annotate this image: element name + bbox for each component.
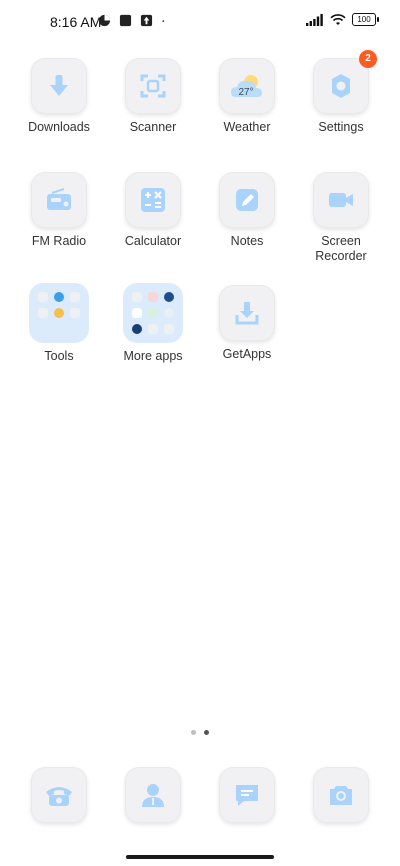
app-tile bbox=[219, 767, 275, 823]
app-label: Scanner bbox=[129, 120, 177, 134]
camera-icon bbox=[330, 786, 352, 805]
page-indicator bbox=[0, 730, 400, 735]
dock-phone[interactable] bbox=[13, 767, 105, 823]
app-tile bbox=[125, 767, 181, 823]
notification-icons bbox=[98, 14, 169, 27]
messages-icon bbox=[236, 785, 258, 806]
folder-tools[interactable]: Tools bbox=[13, 283, 105, 364]
mini-app-icon bbox=[37, 307, 48, 318]
app-tile bbox=[31, 58, 87, 114]
status-app-icon bbox=[98, 14, 111, 27]
app-tile bbox=[125, 172, 181, 228]
app-label: More apps bbox=[123, 349, 183, 363]
app-label: Downloads bbox=[28, 120, 90, 134]
gear-icon bbox=[332, 74, 350, 98]
mini-app-icon bbox=[147, 307, 158, 318]
battery-icon: 100 bbox=[352, 13, 379, 26]
app-fm-radio[interactable]: FM Radio bbox=[13, 172, 105, 249]
status-bar: 8:16 AM 100 bbox=[0, 0, 400, 44]
mini-app-icon bbox=[37, 291, 48, 302]
app-label-line1: Screen bbox=[321, 234, 361, 248]
weather-temperature: 27° bbox=[238, 87, 253, 98]
app-label: Weather bbox=[223, 120, 271, 134]
app-downloads[interactable]: Downloads bbox=[13, 58, 105, 135]
folder-preview bbox=[29, 283, 89, 343]
app-label: Screen Recorder bbox=[295, 234, 387, 264]
calculator-icon bbox=[141, 188, 165, 212]
folder-preview bbox=[123, 283, 183, 343]
app-tile bbox=[31, 767, 87, 823]
page-dot-active[interactable] bbox=[204, 730, 209, 735]
app-notes[interactable]: Notes bbox=[201, 172, 293, 249]
dock-camera[interactable] bbox=[295, 767, 387, 823]
notes-icon bbox=[236, 189, 258, 211]
app-label-line2: Recorder bbox=[315, 249, 367, 263]
mini-app-icon bbox=[164, 324, 175, 335]
mini-app-icon bbox=[70, 291, 81, 302]
app-tile bbox=[313, 172, 369, 228]
mini-app-icon bbox=[164, 291, 175, 302]
upload-icon bbox=[140, 14, 153, 27]
page-dot[interactable] bbox=[191, 730, 196, 735]
mini-app-icon bbox=[70, 307, 81, 318]
folder-more-apps[interactable]: More apps bbox=[107, 283, 199, 364]
mini-app-icon bbox=[131, 307, 142, 318]
app-weather[interactable]: 27° Weather bbox=[201, 58, 293, 135]
app-settings[interactable]: 2 Settings bbox=[295, 50, 387, 135]
app-tile bbox=[31, 172, 87, 228]
app-label: FM Radio bbox=[31, 234, 87, 248]
status-time: 8:16 AM bbox=[50, 14, 102, 30]
app-label: GetApps bbox=[222, 347, 272, 361]
app-tile: 27° bbox=[219, 58, 275, 114]
mini-app-icon bbox=[53, 307, 64, 318]
download-icon bbox=[50, 75, 68, 96]
dock-messages[interactable] bbox=[201, 767, 293, 823]
app-tile bbox=[313, 767, 369, 823]
mini-app-icon bbox=[164, 307, 175, 318]
app-tile bbox=[219, 285, 275, 341]
mini-app-icon bbox=[147, 324, 158, 335]
app-scanner[interactable]: Scanner bbox=[107, 58, 199, 135]
mini-app-icon bbox=[53, 291, 64, 302]
weather-icon: 27° bbox=[231, 75, 262, 98]
app-label: Tools bbox=[44, 349, 74, 363]
contacts-icon bbox=[142, 784, 164, 807]
notification-badge: 2 bbox=[359, 50, 377, 68]
mini-app-icon bbox=[131, 324, 142, 335]
dock-contacts[interactable] bbox=[107, 767, 199, 823]
app-screen-recorder[interactable]: Screen Recorder bbox=[295, 172, 387, 264]
mini-app-icon bbox=[147, 291, 158, 302]
more-notifications-dot-icon bbox=[162, 20, 165, 22]
radio-icon bbox=[47, 188, 71, 210]
signal-icon bbox=[306, 13, 323, 26]
mini-app-icon bbox=[131, 291, 142, 302]
phone-icon bbox=[46, 787, 72, 806]
home-indicator[interactable] bbox=[126, 855, 274, 859]
app-calculator[interactable]: Calculator bbox=[107, 172, 199, 249]
status-square-icon bbox=[119, 14, 132, 27]
app-label: Calculator bbox=[124, 234, 182, 248]
app-tile bbox=[125, 58, 181, 114]
app-tile: 2 bbox=[313, 50, 377, 114]
store-download-icon bbox=[235, 302, 259, 325]
app-label: Settings bbox=[318, 120, 364, 134]
app-getapps[interactable]: GetApps bbox=[201, 285, 293, 362]
scanner-icon bbox=[140, 74, 166, 98]
app-tile bbox=[219, 172, 275, 228]
video-camera-icon bbox=[329, 193, 353, 207]
system-status-icons: 100 bbox=[306, 13, 379, 26]
app-label: Notes bbox=[230, 234, 264, 248]
wifi-icon bbox=[330, 13, 346, 25]
